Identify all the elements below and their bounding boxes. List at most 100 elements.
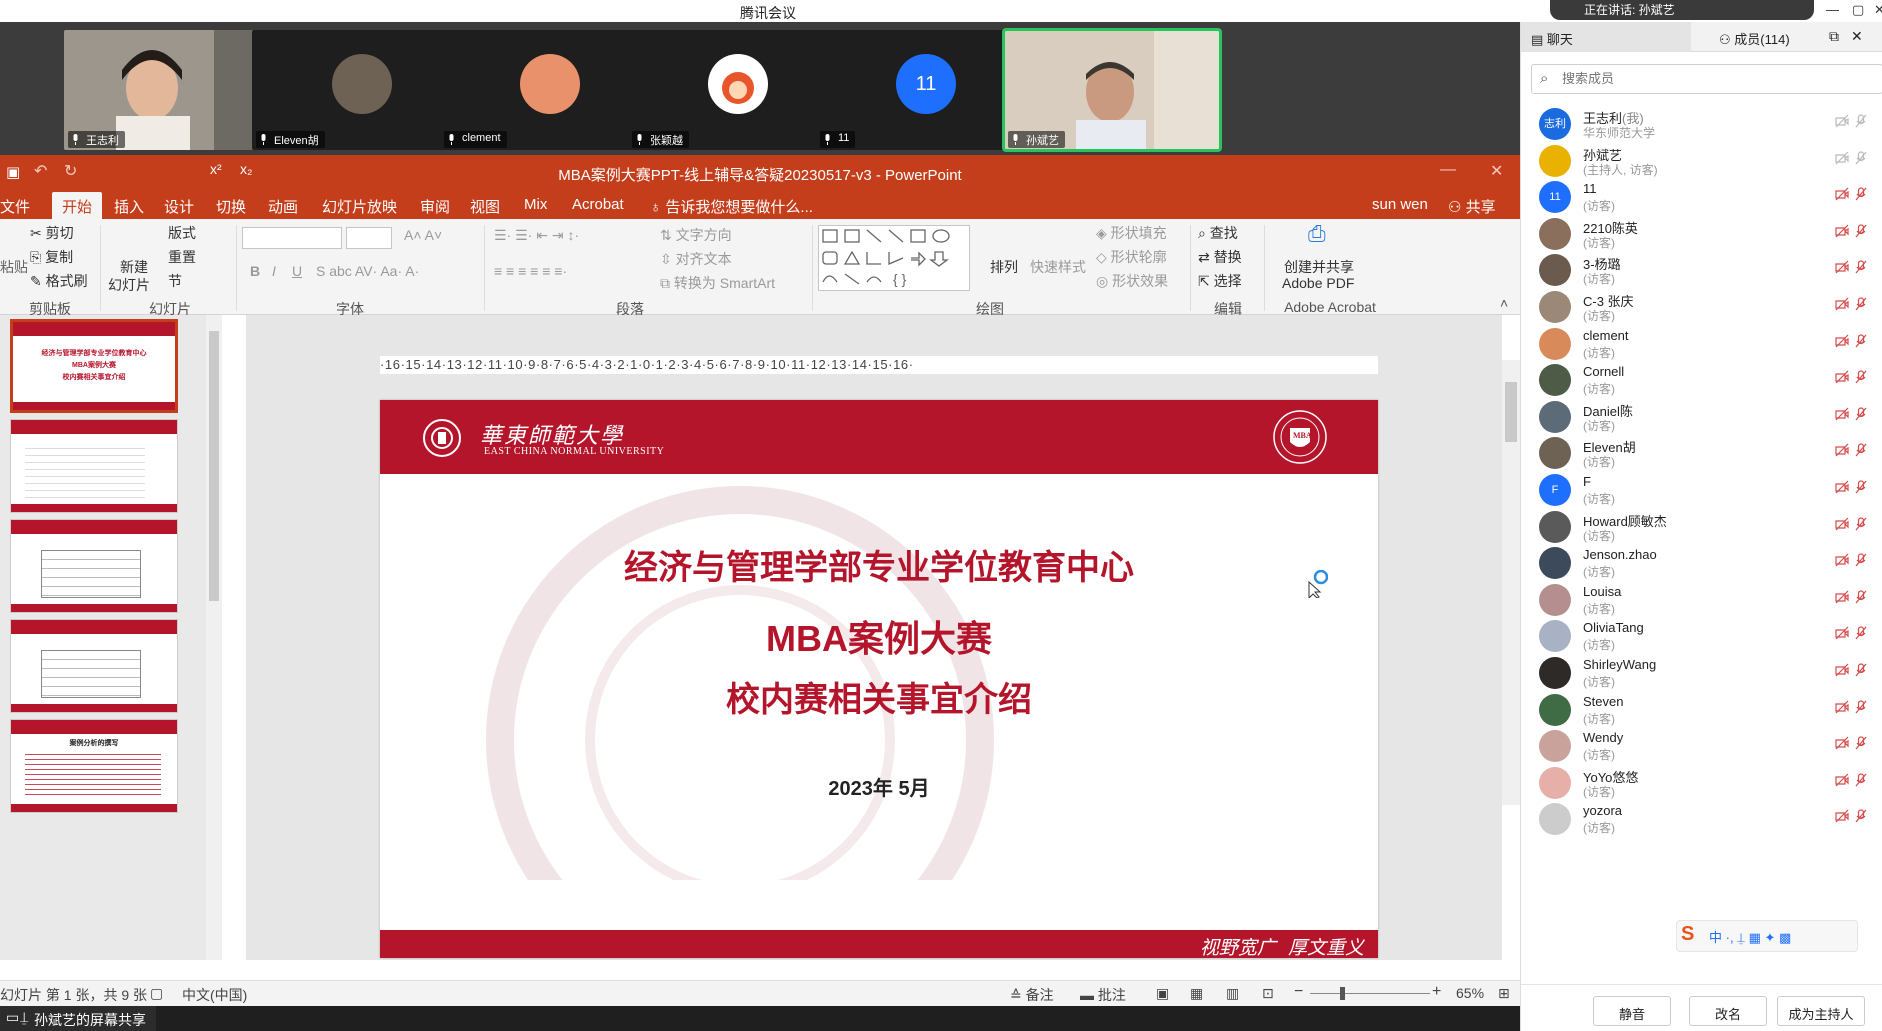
- camera-off-icon[interactable]: [1835, 773, 1849, 787]
- mic-muted-icon[interactable]: [1855, 443, 1867, 457]
- camera-off-icon[interactable]: [1835, 297, 1849, 311]
- mic-muted-icon[interactable]: [1855, 809, 1867, 823]
- new-slide-label[interactable]: 幻灯片: [108, 275, 150, 295]
- shape-effects-button[interactable]: ◎ 形状效果: [1096, 271, 1168, 291]
- align-text-button[interactable]: ⇳ 对齐文本: [660, 249, 732, 269]
- zoom-level[interactable]: 65%: [1456, 985, 1484, 1001]
- thumbnail-slide-4[interactable]: [10, 619, 178, 713]
- camera-off-icon[interactable]: [1835, 553, 1849, 567]
- camera-off-icon[interactable]: [1835, 443, 1849, 457]
- camera-off-icon[interactable]: [1835, 224, 1849, 238]
- camera-off-icon[interactable]: [1835, 370, 1849, 384]
- menu-file[interactable]: 文件: [0, 196, 30, 217]
- minimize-icon[interactable]: —: [1440, 161, 1456, 179]
- tab-members[interactable]: ⚇ 成员(114): [1697, 22, 1827, 52]
- camera-off-icon[interactable]: [1835, 626, 1849, 640]
- mic-muted-icon[interactable]: [1855, 260, 1867, 274]
- reading-view-icon[interactable]: ▥: [1226, 985, 1239, 1002]
- zoom-slider-thumb[interactable]: [1340, 987, 1345, 1000]
- slide-scrollbar[interactable]: [1502, 360, 1520, 805]
- close-icon[interactable]: ✕: [1490, 161, 1503, 181]
- format-painter-button[interactable]: ✎ 格式刷: [30, 271, 88, 291]
- menu-animations[interactable]: 动画: [268, 196, 298, 217]
- menu-design[interactable]: 设计: [164, 196, 194, 217]
- video-tile-clement[interactable]: clement: [440, 30, 656, 150]
- video-tile-eleven[interactable]: Eleven胡: [252, 30, 468, 150]
- restore-icon[interactable]: ▢: [1852, 2, 1864, 18]
- mic-muted-icon[interactable]: [1855, 187, 1867, 201]
- camera-off-icon[interactable]: [1835, 809, 1849, 823]
- menu-view[interactable]: 视图: [470, 196, 500, 217]
- camera-off-icon[interactable]: [1835, 590, 1849, 604]
- thumbnail-slide-1[interactable]: 经济与管理学部专业学位教育中心 MBA案例大赛 校内赛相关事宜介绍: [10, 319, 178, 413]
- popout-icon[interactable]: ⧉: [1829, 28, 1839, 45]
- slide-sorter-icon[interactable]: ▦: [1190, 985, 1203, 1002]
- scrollbar-thumb[interactable]: [209, 331, 219, 601]
- video-tile-sunbinyi[interactable]: 孙斌艺: [1002, 28, 1222, 152]
- font-name-box[interactable]: [242, 227, 342, 249]
- zoom-slider[interactable]: [1310, 993, 1430, 994]
- mic-muted-icon[interactable]: [1855, 150, 1867, 165]
- fit-slide-icon[interactable]: ⊞: [1498, 985, 1510, 1002]
- video-tile-wangzhili[interactable]: 王志利: [64, 30, 280, 150]
- quick-styles-button[interactable]: 快速样式: [1030, 257, 1086, 277]
- underline-button[interactable]: U: [292, 263, 302, 279]
- minimize-icon[interactable]: —: [1826, 2, 1839, 17]
- mic-muted-icon[interactable]: [1855, 553, 1867, 567]
- menu-mix[interactable]: Mix: [524, 196, 547, 213]
- shape-outline-button[interactable]: ◇ 形状轮廓: [1096, 247, 1167, 267]
- camera-off-icon[interactable]: [1835, 700, 1849, 714]
- mic-muted-icon[interactable]: [1855, 773, 1867, 787]
- thumbnail-slide-3[interactable]: [10, 519, 178, 613]
- camera-off-icon[interactable]: [1835, 187, 1849, 201]
- thumbnail-slide-2[interactable]: [10, 419, 178, 513]
- cut-button[interactable]: ✂ 剪切: [30, 223, 74, 243]
- ime-tools-icons[interactable]: 中 ·, ⍊ ▦ ✦ ▩: [1709, 927, 1791, 946]
- notes-edit-icon[interactable]: ▢: [150, 985, 163, 1002]
- align-icons[interactable]: ≡ ≡ ≡ ≡ ≡ ≡·: [494, 263, 567, 279]
- text-direction-button[interactable]: ⇅ 文字方向: [660, 225, 732, 245]
- camera-off-icon[interactable]: [1835, 114, 1849, 128]
- tab-chat[interactable]: ▤ 聊天: [1521, 22, 1691, 52]
- ime-toolbar[interactable]: S 中 ·, ⍊ ▦ ✦ ▩: [1676, 920, 1858, 952]
- close-panel-icon[interactable]: ✕: [1851, 28, 1863, 45]
- font-grow-icon[interactable]: A˄ A˅: [404, 227, 442, 243]
- tell-me-box[interactable]: ♁ 告诉我您想要做什么...: [650, 196, 813, 217]
- notes-button[interactable]: ≙ 备注: [1010, 985, 1054, 1005]
- mic-muted-icon[interactable]: [1855, 736, 1867, 750]
- become-host-button[interactable]: 成为主持人: [1777, 996, 1865, 1026]
- menu-review[interactable]: 审阅: [420, 196, 450, 217]
- mic-muted-icon[interactable]: [1855, 663, 1867, 677]
- bullets-icon[interactable]: ☰· ☰· ⇤ ⇥ ↕·: [494, 227, 579, 244]
- menu-insert[interactable]: 插入: [114, 196, 144, 217]
- video-tile-11[interactable]: 11 11: [816, 30, 1032, 150]
- mic-muted-icon[interactable]: [1855, 333, 1867, 348]
- current-slide[interactable]: 華東師範大學 EAST CHINA NORMAL UNIVERSITY MBA …: [380, 400, 1378, 958]
- mic-muted-icon[interactable]: [1855, 699, 1867, 714]
- comments-button[interactable]: ▬ 批注: [1080, 985, 1126, 1005]
- member-search[interactable]: ⌕: [1531, 64, 1882, 94]
- shape-fill-button[interactable]: ◈ 形状填充: [1096, 223, 1167, 243]
- camera-off-icon[interactable]: [1835, 480, 1849, 494]
- mic-muted-icon[interactable]: [1855, 480, 1867, 494]
- mic-muted-icon[interactable]: [1855, 626, 1867, 640]
- arrange-button[interactable]: 排列: [990, 257, 1018, 277]
- search-input[interactable]: [1562, 71, 1862, 86]
- font-size-box[interactable]: [346, 227, 392, 249]
- copy-button[interactable]: ⎘ 复制: [30, 247, 73, 267]
- replace-button[interactable]: ⇄ 替换: [1198, 247, 1242, 267]
- scrollbar-thumb[interactable]: [1505, 382, 1517, 442]
- layout-button[interactable]: 版式: [168, 223, 196, 243]
- member-row[interactable]: yozora (访客): [1521, 797, 1882, 841]
- new-slide-button[interactable]: 新建: [120, 257, 148, 277]
- zoom-in-icon[interactable]: +: [1432, 983, 1441, 1001]
- bold-button[interactable]: B: [250, 263, 260, 279]
- paste-button[interactable]: 粘贴: [0, 257, 28, 277]
- reset-button[interactable]: 重置: [168, 247, 196, 267]
- zoom-out-icon[interactable]: −: [1294, 983, 1303, 1001]
- slideshow-view-icon[interactable]: ⊡: [1262, 985, 1274, 1002]
- thumbnail-slide-5[interactable]: 案例分析的撰写: [10, 719, 178, 813]
- menu-slideshow[interactable]: 幻灯片放映: [322, 196, 397, 217]
- mic-muted-icon[interactable]: [1855, 370, 1867, 384]
- camera-off-icon[interactable]: [1835, 407, 1849, 421]
